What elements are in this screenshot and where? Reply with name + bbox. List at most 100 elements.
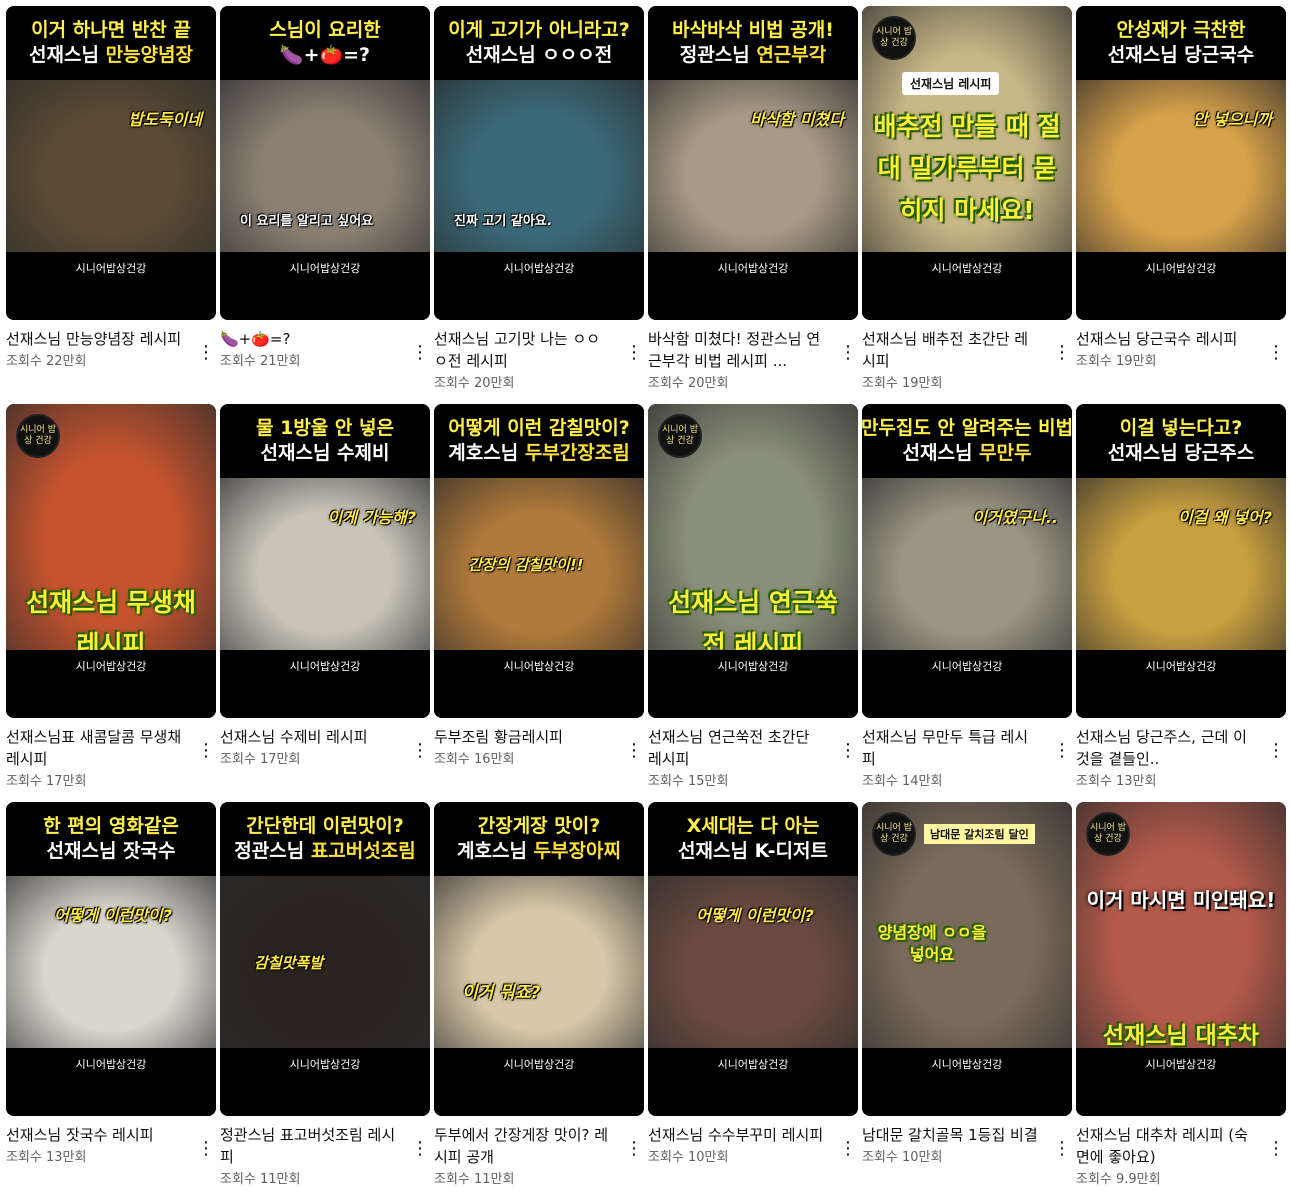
channel-watermark: 시니어밥상건강 bbox=[503, 1058, 575, 1071]
video-meta: 선재스님 연근쑥전 초간단 레시피조회수 15만회 ⋮ bbox=[648, 726, 858, 792]
more-options-icon[interactable]: ⋮ bbox=[196, 738, 216, 762]
more-options-icon[interactable]: ⋮ bbox=[196, 340, 216, 364]
thumbnail-caption: 어떻게 이런맛이? bbox=[696, 906, 814, 925]
video-thumbnail[interactable]: 이거 하나면 반찬 끝 선재스님 만능양념장 밥도둑이네 시니어밥상건강 bbox=[6, 6, 216, 320]
view-count: 조회수 9.9만회 bbox=[1076, 1172, 1161, 1187]
more-options-icon[interactable]: ⋮ bbox=[1266, 738, 1286, 762]
more-options-icon[interactable]: ⋮ bbox=[1052, 738, 1072, 762]
headline-line-2-lead: 선재스님 K-디저트 bbox=[678, 840, 828, 862]
channel-watermark: 시니어밥상건강 bbox=[289, 262, 361, 275]
video-card[interactable]: 물 1방울 안 넣은 선재스님 수제비 이게 가능해? 시니어밥상건강선재스님 수제비… bbox=[220, 404, 430, 802]
more-options-icon[interactable]: ⋮ bbox=[1266, 1136, 1286, 1160]
view-count: 조회수 17만회 bbox=[220, 752, 301, 767]
thumbnail-headline: 만두집도 안 알려주는 비법 선재스님 무만두 bbox=[862, 404, 1072, 478]
video-title[interactable]: 선재스님 당근국수 레시피 bbox=[1076, 328, 1254, 350]
video-title[interactable]: 두부에서 간장게장 맛이? 레시피 공개 bbox=[434, 1124, 612, 1168]
more-options-icon[interactable]: ⋮ bbox=[838, 738, 858, 762]
video-card[interactable]: 시니어 밥상 건강 이거 마시면 미인돼요! 선재스님 대추차 시니어밥상건강 선재스님… bbox=[1076, 802, 1286, 1200]
headline-line-2-lead: 계호스님 bbox=[457, 840, 534, 862]
thumbnail-photo bbox=[434, 876, 644, 1048]
video-title[interactable]: 선재스님 고기맛 나는 ㅇㅇㅇ전 레시피 bbox=[434, 328, 612, 372]
thumbnail-headline: 어떻게 이런 감칠맛이? 계호스님 두부간장조림 bbox=[434, 404, 644, 478]
thumbnail-headline: 이거 하나면 반찬 끝 선재스님 만능양념장 bbox=[6, 6, 216, 80]
video-title[interactable]: 선재스님 잣국수 레시피 bbox=[6, 1124, 184, 1146]
video-thumbnail[interactable]: 안성재가 극찬한 선재스님 당근국수 안 넣으니까 시니어밥상건강 bbox=[1076, 6, 1286, 320]
video-card[interactable]: 이게 고기가 아니라고? 선재스님 ㅇㅇㅇ전 진짜 고기 같아요. 시니어밥상건강선재… bbox=[434, 6, 644, 404]
video-thumbnail[interactable]: 물 1방울 안 넣은 선재스님 수제비 이게 가능해? 시니어밥상건강 bbox=[220, 404, 430, 718]
video-card[interactable]: 간장게장 맛이? 계호스님 두부장아찌 이거 뭐죠? 시니어밥상건강 두부에서 간장게장… bbox=[434, 802, 644, 1200]
headline-line-2-lead: 선재스님 당근국수 bbox=[1107, 44, 1255, 66]
video-card[interactable]: 시니어 밥상 건강 선재스님 무생채 레시피 시니어밥상건강선재스님표 새콤달콤 무… bbox=[6, 404, 216, 802]
channel-watermark: 시니어밥상건강 bbox=[289, 1058, 361, 1071]
video-title[interactable]: 선재스님 수제비 레시피 bbox=[220, 726, 398, 748]
video-title[interactable]: 선재스님 배추전 초간단 레시피 bbox=[862, 328, 1040, 372]
video-card[interactable]: X세대는 다 아는 선재스님 K-디저트 어떻게 이런맛이? 시니어밥상건강 선재스님 … bbox=[648, 802, 858, 1200]
view-count: 조회수 11만회 bbox=[220, 1172, 301, 1187]
view-count: 조회수 15만회 bbox=[648, 774, 729, 789]
headline-line-1: 간장게장 맛이? bbox=[477, 815, 601, 837]
video-thumbnail[interactable]: X세대는 다 아는 선재스님 K-디저트 어떻게 이런맛이? 시니어밥상건강 bbox=[648, 802, 858, 1116]
video-title[interactable]: 선재스님 무만두 특급 레시피 bbox=[862, 726, 1040, 770]
video-card[interactable]: 시니어 밥상 건강 배추전 만들 때 절대 밀가루부터 묻히지 마세요! 선재스님 … bbox=[862, 6, 1072, 404]
video-thumbnail[interactable]: 시니어 밥상 건강 선재스님 연근쑥전 레시피 시니어밥상건강 bbox=[648, 404, 858, 718]
video-thumbnail[interactable]: 스님이 요리한 🍆+🍅=? 이 요리를 알리고 싶어요 시니어밥상건강 bbox=[220, 6, 430, 320]
video-thumbnail[interactable]: 이게 고기가 아니라고? 선재스님 ㅇㅇㅇ전 진짜 고기 같아요. 시니어밥상건강 bbox=[434, 6, 644, 320]
video-thumbnail[interactable]: 간장게장 맛이? 계호스님 두부장아찌 이거 뭐죠? 시니어밥상건강 bbox=[434, 802, 644, 1116]
video-title[interactable]: 선재스님 수수부꾸미 레시피 bbox=[648, 1124, 826, 1146]
thumbnail-photo bbox=[220, 876, 430, 1048]
more-options-icon[interactable]: ⋮ bbox=[624, 738, 644, 762]
more-options-icon[interactable]: ⋮ bbox=[1266, 340, 1286, 364]
more-options-icon[interactable]: ⋮ bbox=[410, 738, 430, 762]
video-card[interactable]: 시니어 밥상 건강 선재스님 연근쑥전 레시피 시니어밥상건강선재스님 연근쑥전 초… bbox=[648, 404, 858, 802]
video-thumbnail[interactable]: 간단한데 이런맛이? 정관스님 표고버섯조림 감칠맛폭발 시니어밥상건강 bbox=[220, 802, 430, 1116]
video-card[interactable]: 안성재가 극찬한 선재스님 당근국수 안 넣으니까 시니어밥상건강선재스님 당근국수 … bbox=[1076, 6, 1286, 404]
video-title[interactable]: 두부조림 황금레시피 bbox=[434, 726, 612, 748]
video-card[interactable]: 바삭바삭 비법 공개! 정관스님 연근부각 바삭함 미쳤다 시니어밥상건강바삭함 미쳤… bbox=[648, 6, 858, 404]
video-thumbnail[interactable]: 시니어 밥상 건강 양념장에 ㅇㅇ을 넣어요 남대문 갈치조림 달인 시니어밥상건강 bbox=[862, 802, 1072, 1116]
thumbnail-headline: 안성재가 극찬한 선재스님 당근국수 bbox=[1076, 6, 1286, 80]
video-thumbnail[interactable]: 이걸 넣는다고? 선재스님 당근주스 이걸 왜 넣어? 시니어밥상건강 bbox=[1076, 404, 1286, 718]
video-thumbnail[interactable]: 시니어 밥상 건강 배추전 만들 때 절대 밀가루부터 묻히지 마세요! 선재스님 … bbox=[862, 6, 1072, 320]
video-thumbnail[interactable]: 시니어 밥상 건강 선재스님 무생채 레시피 시니어밥상건강 bbox=[6, 404, 216, 718]
more-options-icon[interactable]: ⋮ bbox=[838, 1136, 858, 1160]
recipe-label: 선재스님 레시피 bbox=[902, 72, 1000, 95]
video-thumbnail[interactable]: 시니어 밥상 건강 이거 마시면 미인돼요! 선재스님 대추차 시니어밥상건강 bbox=[1076, 802, 1286, 1116]
video-meta: 선재스님 당근국수 레시피조회수 19만회 ⋮ bbox=[1076, 328, 1286, 372]
more-options-icon[interactable]: ⋮ bbox=[410, 340, 430, 364]
more-options-icon[interactable]: ⋮ bbox=[196, 1136, 216, 1160]
video-title[interactable]: 정관스님 표고버섯조림 레시피 bbox=[220, 1124, 398, 1168]
video-card[interactable]: 한 편의 영화같은 선재스님 잣국수 어떻게 이런맛이? 시니어밥상건강선재스님 잣국… bbox=[6, 802, 216, 1200]
video-title[interactable]: 바삭함 미쳤다! 정관스님 연근부각 비법 레시피 ... bbox=[648, 328, 826, 372]
video-title[interactable]: 남대문 갈치골목 1등집 비결 bbox=[862, 1124, 1040, 1146]
more-options-icon[interactable]: ⋮ bbox=[1052, 1136, 1072, 1160]
video-title[interactable]: 🍆+🍅=? bbox=[220, 328, 398, 350]
video-card[interactable]: 이거 하나면 반찬 끝 선재스님 만능양념장 밥도둑이네 시니어밥상건강선재스님 만능… bbox=[6, 6, 216, 404]
video-thumbnail[interactable]: 어떻게 이런 감칠맛이? 계호스님 두부간장조림 간장의 감칠맛이!! 시니어밥상건강 bbox=[434, 404, 644, 718]
video-card[interactable]: 어떻게 이런 감칠맛이? 계호스님 두부간장조림 간장의 감칠맛이!! 시니어밥상건강… bbox=[434, 404, 644, 802]
video-thumbnail[interactable]: 바삭바삭 비법 공개! 정관스님 연근부각 바삭함 미쳤다 시니어밥상건강 bbox=[648, 6, 858, 320]
recipe-title-caption: 선재스님 대추차 bbox=[1102, 1023, 1260, 1049]
video-card[interactable]: 만두집도 안 알려주는 비법 선재스님 무만두 이거였구나.. 시니어밥상건강선재스님… bbox=[862, 404, 1072, 802]
thumbnail-caption: 이게 가능해? bbox=[327, 508, 416, 527]
video-thumbnail[interactable]: 한 편의 영화같은 선재스님 잣국수 어떻게 이런맛이? 시니어밥상건강 bbox=[6, 802, 216, 1116]
more-options-icon[interactable]: ⋮ bbox=[410, 1136, 430, 1160]
video-title[interactable]: 선재스님 만능양념장 레시피 bbox=[6, 328, 184, 350]
video-meta: 선재스님표 새콤달콤 무생채 레시피 조회수 17만회 ⋮ bbox=[6, 726, 216, 792]
view-count: 조회수 21만회 bbox=[220, 354, 301, 369]
video-card[interactable]: 이걸 넣는다고? 선재스님 당근주스 이걸 왜 넣어? 시니어밥상건강선재스님 당근주… bbox=[1076, 404, 1286, 802]
headline-line-2-highlight: 표고버섯조림 bbox=[310, 840, 416, 862]
video-card[interactable]: 시니어 밥상 건강 양념장에 ㅇㅇ을 넣어요 남대문 갈치조림 달인 시니어밥상건강남… bbox=[862, 802, 1072, 1200]
video-card[interactable]: 간단한데 이런맛이? 정관스님 표고버섯조림 감칠맛폭발 시니어밥상건강정관스님 표고… bbox=[220, 802, 430, 1200]
headline-line-1: 스님이 요리한 bbox=[269, 19, 381, 41]
more-options-icon[interactable]: ⋮ bbox=[624, 340, 644, 364]
video-title[interactable]: 선재스님표 새콤달콤 무생채 레시피 bbox=[6, 726, 184, 770]
more-options-icon[interactable]: ⋮ bbox=[1052, 340, 1072, 364]
video-title[interactable]: 선재스님 연근쑥전 초간단 레시피 bbox=[648, 726, 826, 770]
more-options-icon[interactable]: ⋮ bbox=[838, 340, 858, 364]
more-options-icon[interactable]: ⋮ bbox=[624, 1136, 644, 1160]
video-title[interactable]: 선재스님 당근주스, 근데 이것을 곁들인.. bbox=[1076, 726, 1254, 770]
view-count: 조회수 19만회 bbox=[1076, 354, 1157, 369]
video-thumbnail[interactable]: 만두집도 안 알려주는 비법 선재스님 무만두 이거였구나.. 시니어밥상건강 bbox=[862, 404, 1072, 718]
video-title[interactable]: 선재스님 대추차 레시피 (숙면에 좋아요) bbox=[1076, 1124, 1254, 1168]
video-card[interactable]: 스님이 요리한 🍆+🍅=? 이 요리를 알리고 싶어요 시니어밥상건강 🍆+🍅=? 조회수… bbox=[220, 6, 430, 404]
